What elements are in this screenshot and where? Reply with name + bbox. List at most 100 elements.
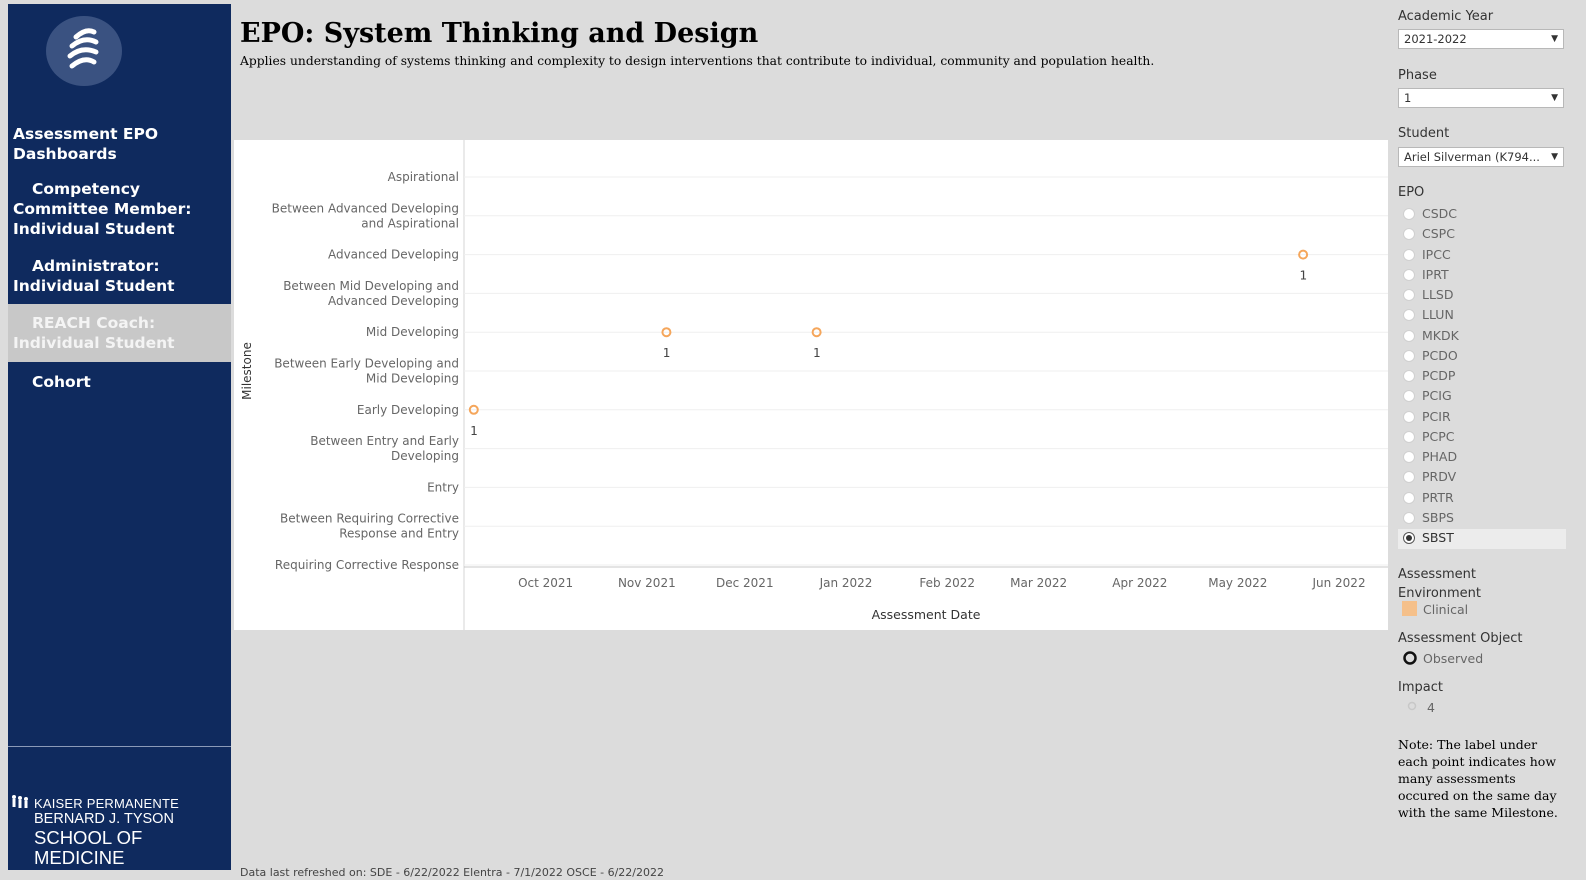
epo-option-cspc[interactable]: CSPC <box>1398 225 1566 245</box>
student-select[interactable]: Ariel Silverman (K794... ▼ <box>1398 147 1564 167</box>
x-tick-label: Apr 2022 <box>1112 576 1167 590</box>
epo-option-pcig[interactable]: PCIG <box>1398 387 1566 407</box>
sidebar-divider <box>8 746 231 747</box>
y-tick-label: Advanced Developing <box>328 248 459 262</box>
sidebar-item-label: Individual Student <box>13 277 175 295</box>
y-tick-label-line: Developing <box>391 449 459 463</box>
y-tick-label-line: Early Developing <box>357 403 459 417</box>
impact-size-icon <box>1407 701 1417 711</box>
sidebar-item-label: Administrator: <box>32 257 160 275</box>
epo-option-prdv[interactable]: PRDV <box>1398 468 1566 488</box>
y-tick-label: Between Requiring Corrective Response and… <box>280 512 459 541</box>
phase-select[interactable]: 1 ▼ <box>1398 88 1564 108</box>
x-tick-label: Jan 2022 <box>819 576 873 590</box>
epo-option-phad[interactable]: PHAD <box>1398 448 1566 468</box>
sidebar-item-reach-coach[interactable]: REACH Coach: Individual Student <box>8 304 231 362</box>
data-label: 1 <box>813 345 821 360</box>
academic-year-select[interactable]: 2021-2022 ▼ <box>1398 29 1564 49</box>
radio-icon <box>1403 228 1415 241</box>
milestone-chart: Requiring Corrective Response Between Req… <box>234 140 1388 630</box>
sidebar-item-label: Individual Student <box>13 334 175 352</box>
sidebar-item-assessment-epo-dashboards[interactable]: Assessment EPO Dashboards <box>8 124 231 164</box>
y-tick-label: Aspirational <box>388 170 459 184</box>
radio-icon <box>1403 430 1415 443</box>
y-tick-label-line: Advanced Developing <box>328 248 459 262</box>
sidebar-item-competency-committee[interactable]: Competency Committee Member: Individual … <box>8 179 231 239</box>
sidebar-item-administrator[interactable]: Administrator: Individual Student <box>8 256 231 296</box>
assessment-object-label: Assessment Object <box>1398 631 1523 646</box>
y-tick-label: Between Early Developing and Mid Developi… <box>274 357 459 386</box>
radio-icon <box>1403 208 1415 220</box>
observed-legend-label: Observed <box>1423 651 1484 666</box>
sidebar: Assessment EPO Dashboards Competency Com… <box>8 4 231 870</box>
epo-option-label: CSDC <box>1422 206 1458 221</box>
epo-option-label: SBST <box>1422 530 1454 545</box>
sidebar-item-cohort[interactable]: Cohort <box>8 372 231 392</box>
x-tick-label: Mar 2022 <box>1010 576 1067 590</box>
epo-option-mkdk[interactable]: MKDK <box>1398 327 1566 347</box>
sidebar-item-label: Competency <box>32 180 141 198</box>
x-axis-title: Assessment Date <box>872 607 981 622</box>
kp-people-icon <box>12 795 28 808</box>
radio-icon <box>1403 349 1415 362</box>
epo-option-label: PCDO <box>1422 347 1458 363</box>
epo-option-csdc[interactable]: CSDC <box>1398 205 1566 225</box>
epo-option-llsd[interactable]: LLSD <box>1398 286 1566 306</box>
epo-option-label: LLSD <box>1422 287 1454 302</box>
x-tick-label: Dec 2021 <box>716 576 774 590</box>
clinical-legend-swatch <box>1402 601 1417 616</box>
radio-icon <box>1403 491 1415 504</box>
epo-option-label: PRTR <box>1422 489 1454 505</box>
y-tick-label-line: Between Advanced Developing <box>272 201 459 215</box>
data-label: 1 <box>470 423 478 438</box>
impact-label: Impact <box>1398 680 1443 695</box>
assessment-environment-label-2: Environment <box>1398 586 1482 601</box>
x-tick-label: Feb 2022 <box>919 576 975 590</box>
radio-icon <box>1403 532 1415 544</box>
chevron-down-icon: ▼ <box>1551 152 1558 162</box>
y-tick-label: Mid Developing <box>366 325 459 339</box>
epo-option-pcdp[interactable]: PCDP <box>1398 367 1566 387</box>
y-tick-label: Entry <box>427 480 459 494</box>
academic-year-value: 2021-2022 <box>1404 32 1467 46</box>
phase-label: Phase <box>1398 68 1437 83</box>
x-tick-label: Jun 2022 <box>1311 576 1365 590</box>
epo-option-label: IPRT <box>1422 266 1449 282</box>
epo-option-sbst[interactable]: SBST <box>1398 529 1566 549</box>
epo-option-label: CSPC <box>1422 226 1455 242</box>
school-logo <box>46 16 122 86</box>
brand-line-3: SCHOOL OF MEDICINE <box>34 827 143 868</box>
y-tick-label-line: Entry <box>427 480 459 494</box>
epo-option-label: PCDP <box>1422 368 1456 383</box>
epo-option-label: PCIR <box>1422 408 1451 424</box>
chevron-down-icon: ▼ <box>1551 93 1558 103</box>
epo-option-label: PRDV <box>1422 469 1457 485</box>
epo-option-label: PHAD <box>1422 449 1458 464</box>
radio-icon <box>1403 309 1415 322</box>
y-tick-label-line: Mid Developing <box>366 325 459 339</box>
y-tick-label: Between Mid Developing and Advanced Devel… <box>283 279 459 308</box>
sidebar-item-label: Assessment EPO <box>13 125 159 143</box>
epo-option-prtr[interactable]: PRTR <box>1398 489 1566 509</box>
epo-option-pcir[interactable]: PCIR <box>1398 408 1566 428</box>
radio-icon <box>1403 248 1415 261</box>
y-tick-label-line: Between Early Developing and <box>274 357 459 371</box>
epo-option-pcpc[interactable]: PCPC <box>1398 428 1566 448</box>
epo-option-label: PCPC <box>1422 428 1455 444</box>
y-tick-label-line: Requiring Corrective Response <box>275 558 459 572</box>
radio-icon <box>1403 329 1415 342</box>
epo-option-pcdo[interactable]: PCDO <box>1398 347 1566 367</box>
sidebar-item-label: Committee Member: <box>13 200 192 218</box>
y-tick-label: Between Advanced Developing and Aspiratio… <box>272 201 459 230</box>
epo-option-ipcc[interactable]: IPCC <box>1398 246 1566 266</box>
radio-icon <box>1403 289 1415 301</box>
student-label: Student <box>1398 126 1450 141</box>
epo-option-label: MKDK <box>1422 327 1459 343</box>
epo-option-llun[interactable]: LLUN <box>1398 306 1566 326</box>
epo-option-iprt[interactable]: IPRT <box>1398 266 1566 286</box>
epo-option-sbps[interactable]: SBPS <box>1398 509 1566 529</box>
data-label: 1 <box>1299 268 1307 283</box>
chart-note: Note: The label under each point indicat… <box>1398 737 1558 820</box>
brand-line-2: BERNARD J. TYSON <box>34 811 174 827</box>
epo-option-label: LLUN <box>1422 307 1454 323</box>
